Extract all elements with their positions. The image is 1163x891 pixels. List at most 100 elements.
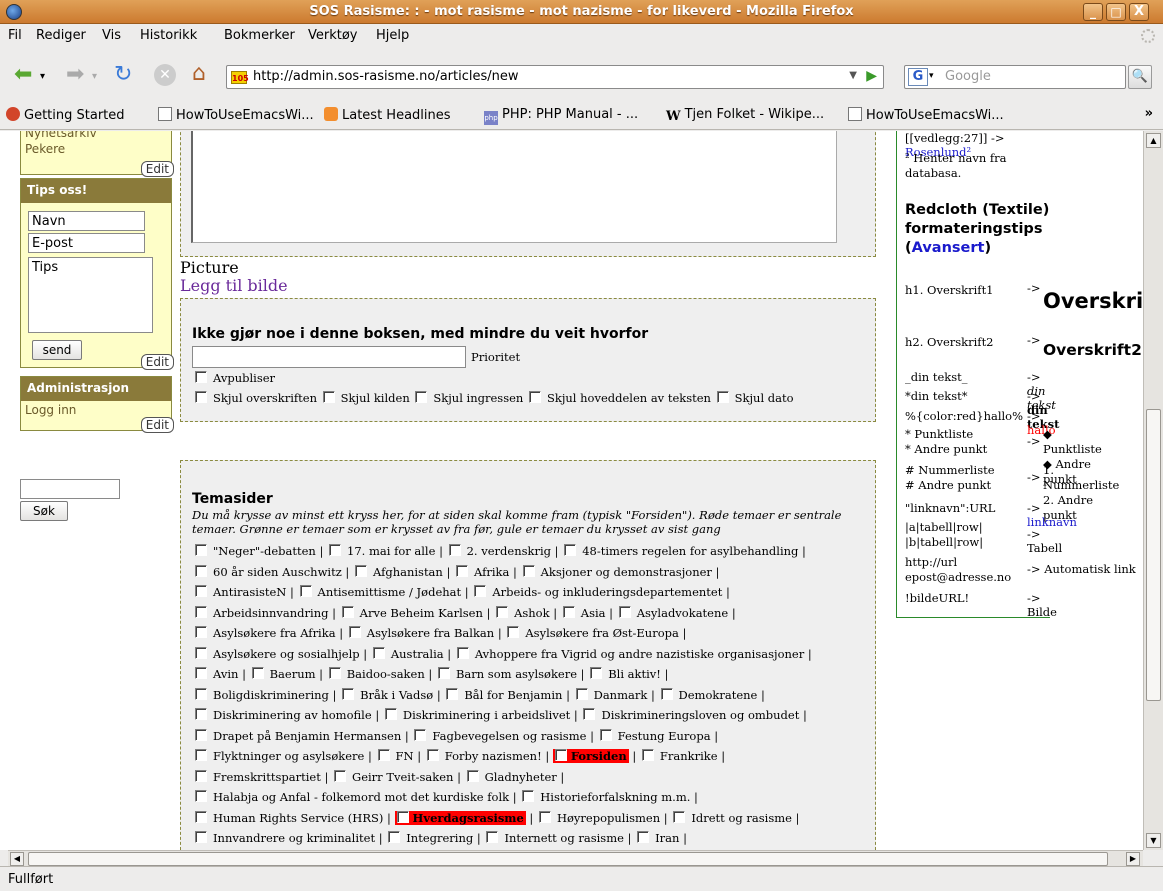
minimize-button[interactable]: _ xyxy=(1083,3,1103,21)
back-icon[interactable]: ⬅ xyxy=(14,62,32,88)
tema-checkbox[interactable] xyxy=(341,605,354,618)
menu-historikk[interactable]: Historikk xyxy=(140,28,197,43)
go-icon[interactable]: ▶ xyxy=(866,68,877,84)
tema-checkbox[interactable] xyxy=(641,749,654,761)
tema-checkbox[interactable] xyxy=(456,564,469,577)
tema-checkbox[interactable] xyxy=(195,564,207,577)
bookmark-latest-headlines[interactable]: Latest Headlines xyxy=(324,107,451,123)
menu-hjelp[interactable]: Hjelp xyxy=(376,28,409,43)
search-placeholder[interactable]: Google xyxy=(945,69,991,84)
forward-icon[interactable]: ➡ xyxy=(66,62,84,88)
scroll-left-icon[interactable]: ◀ xyxy=(10,852,24,866)
tema-checkbox[interactable] xyxy=(195,544,207,556)
url-bar[interactable]: 105 http://admin.sos-rasisme.no/articles… xyxy=(226,65,884,89)
tema-checkbox[interactable] xyxy=(564,544,577,556)
add-picture-link[interactable]: Legg til bilde xyxy=(180,276,288,295)
bookmark-getting-started[interactable]: Getting Started xyxy=(6,107,125,123)
menu-bokmerker[interactable]: Bokmerker xyxy=(224,28,295,43)
tema-checkbox[interactable] xyxy=(195,585,207,597)
tema-checkbox[interactable] xyxy=(195,810,207,823)
hide-date-checkbox[interactable] xyxy=(716,391,729,403)
tema-checkbox[interactable] xyxy=(522,564,535,577)
search-bar[interactable]: G ▾ Google xyxy=(904,65,1126,89)
tema-checkbox[interactable] xyxy=(195,626,207,638)
tema-checkbox[interactable] xyxy=(377,749,390,761)
unpublish-checkbox[interactable] xyxy=(195,371,207,383)
tema-checkbox[interactable] xyxy=(538,810,551,823)
tema-checkbox[interactable] xyxy=(348,626,361,638)
reload-icon[interactable]: ↻ xyxy=(114,62,132,88)
tema-checkbox[interactable] xyxy=(195,667,207,679)
bookmarks-overflow-icon[interactable]: » xyxy=(1145,106,1153,121)
tema-checkbox[interactable] xyxy=(474,585,487,597)
tema-checkbox[interactable] xyxy=(496,605,509,618)
tema-checkbox[interactable] xyxy=(446,687,459,700)
horizontal-scrollbar[interactable]: ◀ ▶ xyxy=(8,850,1143,866)
bookmark-emacs-2[interactable]: HowToUseEmacsWi... xyxy=(848,107,1004,123)
edit-button[interactable]: Edit xyxy=(140,354,174,370)
tema-checkbox[interactable] xyxy=(456,646,469,659)
link-nyhetsarkiv[interactable]: Nyhetsarkiv xyxy=(21,131,171,141)
bookmark-tjen-folket[interactable]: W Tjen Folket - Wikipe... xyxy=(666,107,824,124)
tema-checkbox[interactable] xyxy=(426,749,439,761)
link-pekere[interactable]: Pekere xyxy=(21,141,171,157)
tema-checkbox[interactable] xyxy=(195,687,207,700)
tema-checkbox[interactable] xyxy=(372,646,385,659)
tema-checkbox[interactable] xyxy=(618,605,631,618)
scroll-up-icon[interactable]: ▲ xyxy=(1146,133,1161,148)
menu-vis[interactable]: Vis xyxy=(102,28,121,43)
login-link[interactable]: Logg inn xyxy=(21,403,171,417)
close-button[interactable]: X xyxy=(1129,3,1149,21)
tema-checkbox[interactable] xyxy=(195,605,207,618)
tema-checkbox[interactable] xyxy=(660,687,673,700)
vertical-scroll-thumb[interactable] xyxy=(1146,409,1161,701)
tema-checkbox[interactable] xyxy=(328,667,341,679)
tema-checkbox[interactable] xyxy=(414,728,427,741)
tema-checkbox[interactable] xyxy=(329,544,342,556)
tema-checkbox[interactable] xyxy=(195,708,207,720)
tema-checkbox[interactable] xyxy=(507,626,520,638)
tema-checkbox[interactable] xyxy=(554,749,567,761)
tema-checkbox[interactable] xyxy=(342,687,355,700)
stop-icon[interactable]: ✕ xyxy=(154,64,176,86)
engine-dropdown-icon[interactable]: ▾ xyxy=(929,71,934,81)
tema-checkbox[interactable] xyxy=(354,564,367,577)
email-input[interactable]: E-post xyxy=(28,233,145,253)
back-dropdown-icon[interactable]: ▾ xyxy=(40,64,45,90)
tema-checkbox[interactable] xyxy=(599,728,612,741)
horizontal-scroll-thumb[interactable] xyxy=(28,852,1108,866)
hide-source-checkbox[interactable] xyxy=(322,391,335,403)
url-text[interactable]: http://admin.sos-rasisme.no/articles/new xyxy=(253,69,519,84)
tema-checkbox[interactable] xyxy=(437,667,450,679)
hide-title-checkbox[interactable] xyxy=(195,391,207,403)
maximize-button[interactable]: □ xyxy=(1106,3,1126,21)
hide-body-checkbox[interactable] xyxy=(528,391,541,403)
advanced-link[interactable]: Avansert xyxy=(912,240,985,256)
scroll-down-icon[interactable]: ▼ xyxy=(1146,833,1161,848)
priority-input[interactable] xyxy=(192,346,466,368)
tema-checkbox[interactable] xyxy=(388,831,401,843)
tema-checkbox[interactable] xyxy=(251,667,264,679)
site-search-button[interactable]: Søk xyxy=(20,501,68,521)
edit-button[interactable]: Edit xyxy=(140,417,174,433)
home-icon[interactable]: ⌂ xyxy=(192,61,206,87)
tema-checkbox[interactable] xyxy=(299,585,312,597)
tema-checkbox[interactable] xyxy=(562,605,575,618)
url-dropdown-icon[interactable]: ▼ xyxy=(849,70,857,81)
tema-checkbox[interactable] xyxy=(195,790,207,802)
tema-checkbox[interactable] xyxy=(575,687,588,700)
tema-checkbox[interactable] xyxy=(195,728,207,741)
menu-fil[interactable]: Fil xyxy=(8,28,22,43)
tema-checkbox[interactable] xyxy=(195,769,207,782)
tema-checkbox[interactable] xyxy=(466,769,479,782)
bookmark-emacs-1[interactable]: HowToUseEmacsWi... xyxy=(158,107,314,123)
tema-checkbox[interactable] xyxy=(522,790,535,802)
send-button[interactable]: send xyxy=(32,340,82,360)
vertical-scrollbar[interactable]: ▲ ▼ xyxy=(1143,131,1163,850)
hide-lead-checkbox[interactable] xyxy=(415,391,428,403)
search-icon[interactable]: 🔍 xyxy=(1128,65,1152,89)
name-input[interactable]: Navn xyxy=(28,211,145,231)
tema-checkbox[interactable] xyxy=(334,769,347,782)
tema-checkbox[interactable] xyxy=(195,646,207,659)
tema-checkbox[interactable] xyxy=(396,810,409,823)
